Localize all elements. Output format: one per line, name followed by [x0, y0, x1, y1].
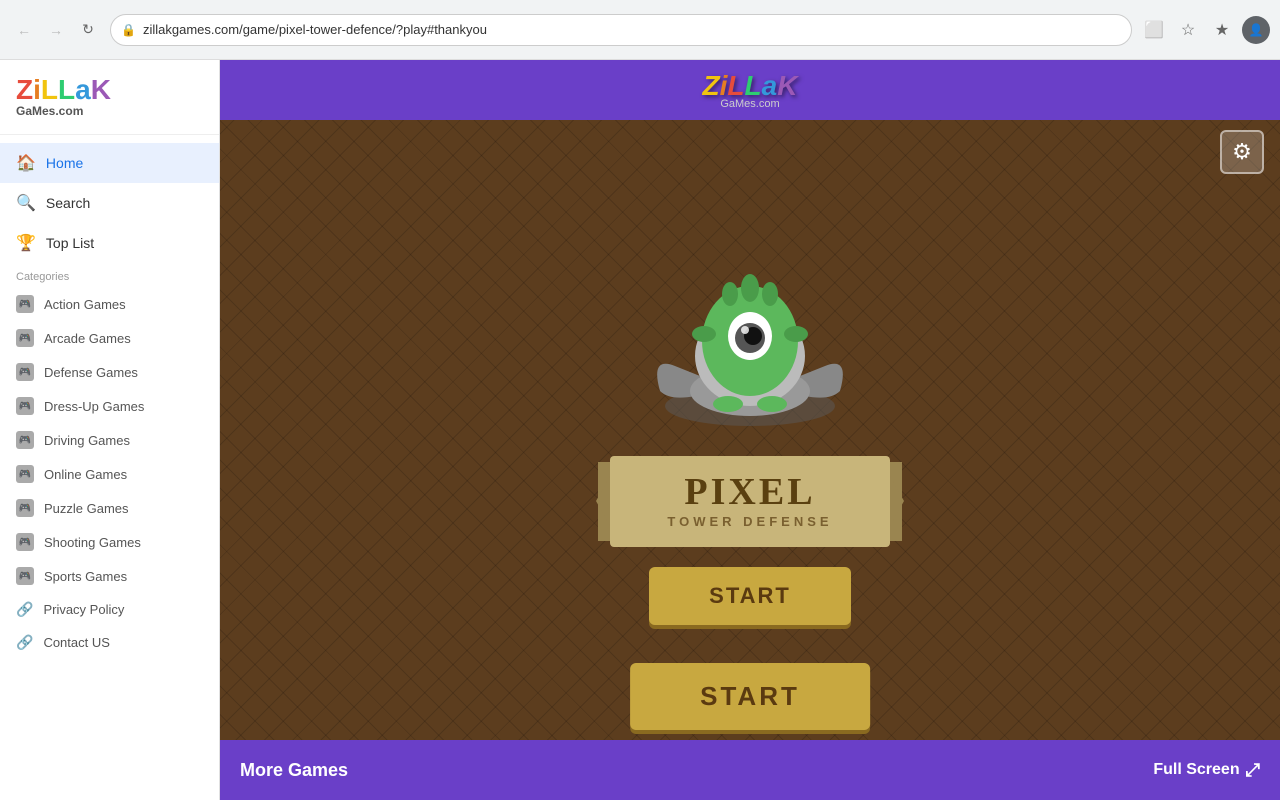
- monster-svg: [620, 236, 880, 436]
- fullscreen-icon: ⤢: [1246, 760, 1260, 781]
- sidebar-item-home-label: Home: [46, 155, 83, 171]
- logo-games-text: GaMes.com: [16, 104, 203, 118]
- category-sports[interactable]: 🎮 Sports Games: [0, 559, 219, 593]
- game-area: ZiLLaK GaMes.com ⚙: [220, 60, 1280, 800]
- contact-icon: 🔗: [16, 634, 33, 651]
- categories-label: Categories: [0, 263, 219, 287]
- contact-us-link[interactable]: 🔗 Contact US: [0, 626, 219, 659]
- gear-icon: ⚙: [1232, 139, 1252, 165]
- sports-icon: 🎮: [16, 567, 34, 585]
- shooting-icon: 🎮: [16, 533, 34, 551]
- trophy-icon: 🏆: [16, 233, 36, 253]
- dressup-icon: 🎮: [16, 397, 34, 415]
- fullscreen-label: Full Screen: [1153, 761, 1239, 779]
- browser-actions: ⬜ ☆ ★ 👤: [1140, 16, 1270, 44]
- privacy-icon: 🔗: [16, 601, 33, 618]
- action-icon: 🎮: [16, 295, 34, 313]
- category-action-label: Action Games: [44, 297, 126, 312]
- privacy-policy-link[interactable]: 🔗 Privacy Policy: [0, 593, 219, 626]
- title-banner: PIXEL TOWER DEFENSE: [610, 456, 890, 547]
- category-puzzle-label: Puzzle Games: [44, 501, 129, 516]
- address-bar[interactable]: 🔒 zillakgames.com/game/pixel-tower-defen…: [110, 14, 1132, 46]
- second-start-container: START: [630, 663, 870, 730]
- sidebar-item-search-label: Search: [46, 195, 90, 211]
- category-driving-label: Driving Games: [44, 433, 130, 448]
- category-online[interactable]: 🎮 Online Games: [0, 457, 219, 491]
- category-action[interactable]: 🎮 Action Games: [0, 287, 219, 321]
- category-sports-label: Sports Games: [44, 569, 127, 584]
- puzzle-icon: 🎮: [16, 499, 34, 517]
- extensions-button[interactable]: ⬜: [1140, 16, 1168, 44]
- game-header-bar: ZiLLaK GaMes.com: [220, 60, 1280, 120]
- search-icon: 🔍: [16, 193, 36, 213]
- home-icon: 🏠: [16, 153, 36, 173]
- driving-icon: 🎮: [16, 431, 34, 449]
- reload-button[interactable]: ↻: [74, 16, 102, 44]
- favorites-button[interactable]: ★: [1208, 16, 1236, 44]
- url-text: zillakgames.com/game/pixel-tower-defence…: [143, 22, 487, 37]
- logo-zillak: ZiLLaK: [16, 76, 203, 104]
- category-defense-label: Defense Games: [44, 365, 138, 380]
- defense-icon: 🎮: [16, 363, 34, 381]
- forward-button[interactable]: →: [42, 16, 70, 44]
- category-online-label: Online Games: [44, 467, 127, 482]
- sidebar-item-search[interactable]: 🔍 Search: [0, 183, 219, 223]
- more-games-button[interactable]: More Games: [240, 760, 348, 781]
- monster-container: [620, 236, 880, 436]
- browser-chrome: ← → ↻ 🔒 zillakgames.com/game/pixel-tower…: [0, 0, 1280, 60]
- category-dressup-label: Dress-Up Games: [44, 399, 144, 414]
- start-button[interactable]: START: [649, 567, 851, 625]
- sidebar-item-toplist-label: Top List: [46, 235, 94, 251]
- category-defense[interactable]: 🎮 Defense Games: [0, 355, 219, 389]
- banner-left-tab: [596, 476, 610, 526]
- category-shooting-label: Shooting Games: [44, 535, 141, 550]
- page-wrapper: ZiLLaK GaMes.com 🏠 Home 🔍 Search 🏆 Top L…: [0, 60, 1280, 800]
- category-shooting[interactable]: 🎮 Shooting Games: [0, 525, 219, 559]
- game-logo-container: ZiLLaK GaMes.com: [703, 70, 798, 110]
- user-avatar[interactable]: 👤: [1242, 16, 1270, 44]
- browser-nav: ← → ↻: [10, 16, 102, 44]
- game-title-area: PIXEL TOWER DEFENSE START: [610, 236, 890, 625]
- sidebar-logo: ZiLLaK GaMes.com: [0, 60, 219, 135]
- settings-gear-button[interactable]: ⚙: [1220, 130, 1264, 174]
- category-arcade[interactable]: 🎮 Arcade Games: [0, 321, 219, 355]
- back-button[interactable]: ←: [10, 16, 38, 44]
- game-center-content: PIXEL TOWER DEFENSE START: [220, 120, 1280, 740]
- sidebar-nav: 🏠 Home 🔍 Search 🏆 Top List Categories 🎮 …: [0, 135, 219, 667]
- category-arcade-label: Arcade Games: [44, 331, 131, 346]
- online-icon: 🎮: [16, 465, 34, 483]
- sidebar-item-home[interactable]: 🏠 Home: [0, 143, 219, 183]
- privacy-label: Privacy Policy: [43, 602, 124, 617]
- arcade-icon: 🎮: [16, 329, 34, 347]
- banner-right-tab: [890, 476, 904, 526]
- game-title-main: PIXEL: [660, 470, 840, 514]
- category-dressup[interactable]: 🎮 Dress-Up Games: [0, 389, 219, 423]
- sidebar-item-toplist[interactable]: 🏆 Top List: [0, 223, 219, 263]
- start-button-large[interactable]: START: [630, 663, 870, 730]
- game-title-sub: TOWER DEFENSE: [660, 514, 840, 529]
- category-puzzle[interactable]: 🎮 Puzzle Games: [0, 491, 219, 525]
- fullscreen-button[interactable]: Full Screen ⤢: [1153, 760, 1260, 781]
- bookmark-button[interactable]: ☆: [1174, 16, 1202, 44]
- game-bottom-bar: More Games Full Screen ⤢: [220, 740, 1280, 800]
- main-content: ZiLLaK GaMes.com ⚙: [220, 60, 1280, 800]
- contact-label: Contact US: [43, 635, 109, 650]
- category-driving[interactable]: 🎮 Driving Games: [0, 423, 219, 457]
- sidebar: ZiLLaK GaMes.com 🏠 Home 🔍 Search 🏆 Top L…: [0, 60, 220, 800]
- lock-icon: 🔒: [121, 23, 136, 37]
